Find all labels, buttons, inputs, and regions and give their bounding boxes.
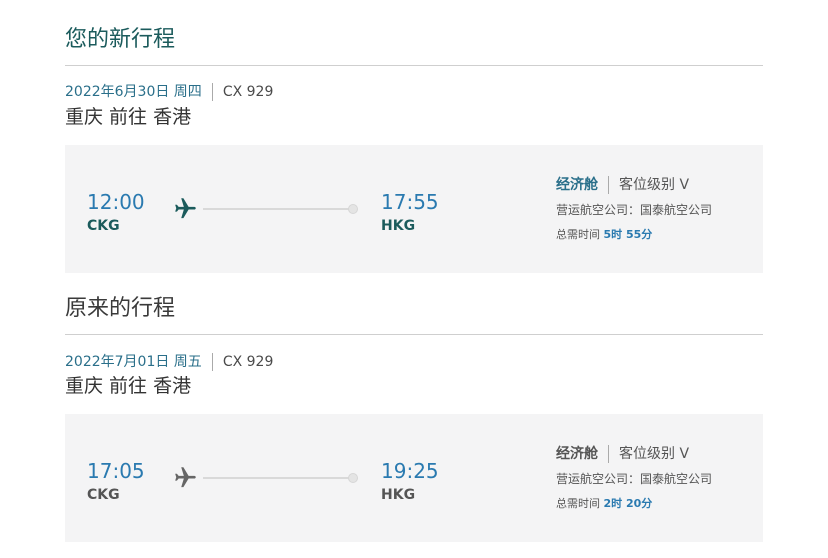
orig-depart-code: CKG [87, 487, 120, 503]
airplane-icon [175, 467, 196, 488]
separator [211, 353, 213, 371]
duration-label: 总需时间 [556, 228, 600, 241]
new-flight-number: CX 929 [222, 84, 274, 100]
duration-label: 总需时间 [556, 497, 600, 510]
separator [608, 176, 609, 194]
new-depart-time: 12:00 [87, 190, 145, 214]
orig-operated-by: 营运航空公司：国泰航空公司 [556, 472, 713, 486]
new-depart-code: CKG [87, 218, 120, 234]
duration-value: 5时 55分 [603, 228, 653, 241]
duration-value: 2时 20分 [603, 497, 653, 510]
new-arrive-code: HKG [381, 218, 416, 234]
orig-duration: 总需时间 2时 20分 [556, 496, 652, 512]
orig-cabin-class: 经济舱 [556, 446, 598, 462]
new-flight-meta: 2022年6月30日 周四 CX 929 [65, 83, 273, 101]
orig-booking-class: 客位级别 V [619, 446, 690, 462]
new-cabin-class: 经济舱 [556, 177, 598, 193]
new-flight-date: 2022年6月30日 周四 [65, 84, 202, 100]
new-booking-class: 客位级别 V [619, 177, 690, 193]
orig-cabin-info: 经济舱 客位级别 V [556, 445, 689, 463]
new-flight-card: 12:00 CKG 17:55 HKG 经济舱 客位级别 V 营运航空公司：国泰航… [65, 145, 763, 273]
orig-flight-card: 17:05 CKG 19:25 HKG 经济舱 客位级别 V 营运航空公司：国泰航… [65, 414, 763, 542]
orig-arrive-code: HKG [381, 487, 416, 503]
airplane-icon [175, 198, 196, 219]
itinerary-change-page: 您的新行程 2022年6月30日 周四 CX 929 重庆 前往 香港 12:00… [0, 0, 828, 558]
orig-arrive-time: 19:25 [381, 459, 439, 483]
arrival-dot [348, 204, 358, 214]
flight-path-line [203, 477, 351, 479]
orig-depart-time: 17:05 [87, 459, 145, 483]
separator [211, 83, 213, 101]
new-route: 重庆 前往 香港 [65, 106, 192, 128]
new-arrive-time: 17:55 [381, 190, 439, 214]
divider [65, 334, 763, 335]
original-itinerary-heading: 原来的行程 [65, 296, 176, 321]
new-cabin-info: 经济舱 客位级别 V [556, 176, 689, 194]
new-itinerary-heading: 您的新行程 [65, 27, 176, 52]
separator [608, 445, 609, 463]
new-duration: 总需时间 5时 55分 [556, 227, 652, 243]
divider [65, 65, 763, 66]
orig-flight-date: 2022年7月01日 周五 [65, 354, 202, 370]
orig-route: 重庆 前往 香港 [65, 375, 192, 397]
new-operated-by: 营运航空公司：国泰航空公司 [556, 203, 713, 217]
flight-path-line [203, 208, 351, 210]
orig-flight-number: CX 929 [222, 354, 274, 370]
arrival-dot [348, 473, 358, 483]
orig-flight-meta: 2022年7月01日 周五 CX 929 [65, 353, 273, 371]
